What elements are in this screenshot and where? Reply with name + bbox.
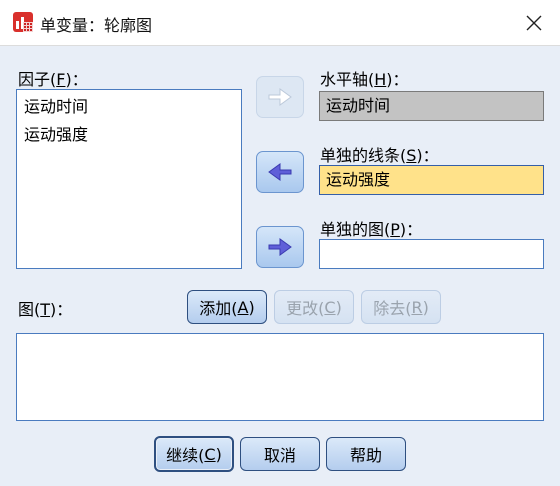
- separate-plots-label: 单独的图(P)：: [320, 220, 423, 239]
- separate-lines-field[interactable]: 运动强度: [319, 165, 544, 195]
- continue-button[interactable]: 继续(C): [154, 436, 234, 472]
- move-to-horizontal-axis-button[interactable]: [256, 76, 304, 118]
- plots-label: 图(T)：: [18, 300, 73, 319]
- arrow-left-icon: [268, 163, 292, 181]
- add-button[interactable]: 添加(A): [187, 290, 267, 324]
- change-button[interactable]: 更改(C): [274, 290, 354, 324]
- cancel-button[interactable]: 取消: [240, 437, 320, 471]
- remove-button[interactable]: 除去(R): [361, 290, 441, 324]
- factors-list[interactable]: 运动时间 运动强度: [16, 89, 242, 269]
- move-to-separate-plots-button[interactable]: [256, 226, 304, 268]
- horizontal-axis-field[interactable]: 运动时间: [319, 91, 544, 121]
- separate-lines-label: 单独的线条(S)：: [320, 146, 439, 165]
- spss-chart-icon: [13, 12, 33, 32]
- list-item[interactable]: 运动强度: [17, 121, 241, 149]
- list-item[interactable]: 运动时间: [17, 93, 241, 121]
- factors-label: 因子(F)：: [18, 70, 88, 89]
- arrow-right-icon: [268, 238, 292, 256]
- title-bar: 单变量：轮廓图: [0, 0, 560, 46]
- separate-plots-field[interactable]: [319, 239, 544, 269]
- move-to-separate-lines-button[interactable]: [256, 151, 304, 193]
- close-button[interactable]: [516, 6, 552, 40]
- arrow-right-icon: [268, 88, 292, 106]
- plots-list[interactable]: [16, 333, 544, 421]
- help-button[interactable]: 帮助: [326, 437, 406, 471]
- horizontal-axis-label: 水平轴(H)：: [320, 70, 409, 89]
- close-icon: [526, 15, 542, 31]
- window-title: 单变量：轮廓图: [40, 16, 153, 35]
